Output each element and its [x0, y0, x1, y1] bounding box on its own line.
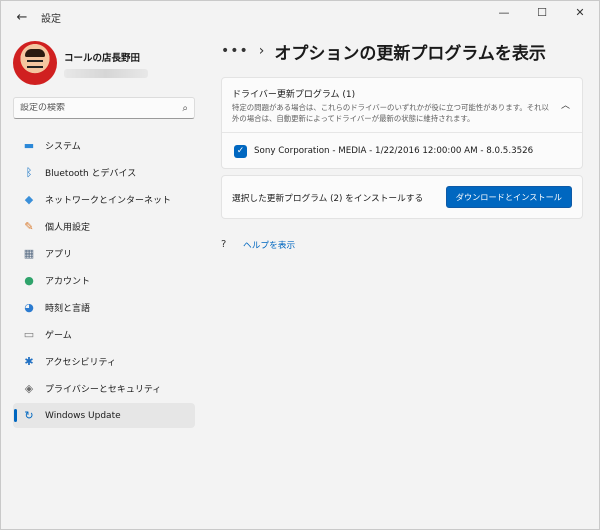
- sidebar-item-monitor[interactable]: ▬ システム: [13, 133, 195, 158]
- search-box[interactable]: ⌕: [13, 97, 195, 119]
- sidebar-item-label: 時刻と言語: [45, 304, 91, 314]
- sidebar-item-label: プライバシーとセキュリティ: [45, 385, 162, 395]
- maximize-button[interactable]: ☐: [523, 1, 561, 23]
- close-button[interactable]: ✕: [561, 1, 599, 23]
- breadcrumb-more-button[interactable]: •••: [221, 43, 249, 59]
- brush-icon: ✎: [24, 220, 34, 233]
- avatar: [13, 41, 57, 85]
- sidebar-item-brush[interactable]: ✎ 個人用設定: [13, 214, 195, 239]
- sidebar-item-label: システム: [45, 142, 81, 152]
- gamepad-icon: ▭: [23, 328, 35, 341]
- close-icon: ✕: [575, 5, 585, 19]
- help-link[interactable]: ヘルプを表示: [243, 238, 295, 251]
- sidebar-item-apps[interactable]: ▦ アプリ: [13, 241, 195, 266]
- driver-updates-header[interactable]: ドライバー更新プログラム (1) 特定の問題がある場合は、これらのドライバーのい…: [222, 78, 582, 132]
- back-arrow-icon: ←: [16, 9, 28, 25]
- user-profile[interactable]: コールの店長野田: [13, 41, 148, 85]
- sidebar: コールの店長野田 ⌕ ▬ システム ᛒ Bluetooth とデバイス ◆ ネットワークと…: [1, 33, 206, 529]
- driver-updates-title: ドライバー更新プログラム (1): [232, 90, 356, 100]
- settings-window: ← 設定 — ☐ ✕ コールの店長野田 ⌕ ▬システムᛒBlu: [0, 0, 600, 530]
- help-icon: ?: [221, 239, 227, 250]
- maximize-icon: ☐: [537, 5, 547, 19]
- account-icon: ●: [24, 274, 34, 287]
- driver-update-checkbox[interactable]: ✓: [234, 144, 247, 158]
- sidebar-item-label: ゲーム: [45, 331, 72, 341]
- search-icon[interactable]: ⌕: [182, 103, 188, 114]
- sidebar-item-wifi[interactable]: ◆ ネットワークとインターネット: [13, 187, 195, 212]
- sidebar-item-label: Windows Update: [45, 410, 121, 421]
- update-icon: ↻: [24, 409, 34, 422]
- profile-name: コールの店長野田: [64, 53, 141, 64]
- help-section: ? ヘルプを表示: [221, 238, 295, 251]
- window-controls: — ☐ ✕: [485, 1, 599, 23]
- search-input[interactable]: [20, 103, 183, 113]
- back-button[interactable]: ←: [7, 3, 37, 31]
- bluetooth-icon: ᛒ: [25, 166, 33, 179]
- sidebar-item-label: 個人用設定: [45, 223, 91, 233]
- accessibility-icon: ✱: [24, 355, 34, 368]
- sidebar-item-globe-clock[interactable]: ◕ 時刻と言語: [13, 295, 195, 320]
- sidebar-item-account[interactable]: ● アカウント: [13, 268, 195, 293]
- sidebar-item-label: アプリ: [45, 250, 73, 260]
- profile-text: コールの店長野田: [64, 50, 148, 78]
- globe-clock-icon: ◕: [24, 301, 34, 314]
- page-title: オプションの更新プログラムを表示: [274, 43, 546, 64]
- driver-updates-description: 特定の問題がある場合は、これらのドライバーのいずれかが役に立つ可能性があります。…: [232, 103, 549, 123]
- sidebar-item-shield[interactable]: ◈ プライバシーとセキュリティ: [13, 376, 195, 401]
- sidebar-item-label: アカウント: [45, 277, 91, 287]
- profile-email-redacted: [64, 69, 148, 78]
- download-install-button[interactable]: ダウンロードとインストール: [445, 186, 572, 208]
- sidebar-item-bluetooth[interactable]: ᛒ Bluetooth とデバイス: [13, 160, 195, 185]
- chevron-right-icon: ›: [258, 43, 265, 59]
- apps-icon: ▦: [23, 247, 35, 260]
- breadcrumb: ••• › オプションの更新プログラムを表示: [221, 33, 585, 69]
- minimize-icon: —: [498, 5, 510, 19]
- driver-update-label: Sony Corporation - MEDIA - 1/22/2016 12:…: [254, 146, 534, 156]
- minimize-button[interactable]: —: [485, 1, 523, 23]
- chevron-up-icon[interactable]: ︿: [561, 98, 570, 111]
- nav-list: ▬ システム ᛒ Bluetooth とデバイス ◆ ネットワークとインターネット ✎ 個人用…: [13, 133, 195, 430]
- title-bar: ← 設定 — ☐ ✕: [1, 1, 599, 33]
- wifi-icon: ◆: [24, 193, 34, 206]
- sidebar-item-label: Bluetooth とデバイス: [45, 169, 137, 179]
- install-text: 選択した更新プログラム (2) をインストールする: [232, 193, 424, 204]
- driver-updates-card: ドライバー更新プログラム (1) 特定の問題がある場合は、これらのドライバーのい…: [221, 77, 583, 169]
- install-card: 選択した更新プログラム (2) をインストールする ダウンロードとインストール: [221, 175, 583, 219]
- driver-update-item[interactable]: ✓ Sony Corporation - MEDIA - 1/22/2016 1…: [222, 133, 582, 169]
- monitor-icon: ▬: [23, 139, 35, 152]
- sidebar-item-accessibility[interactable]: ✱ アクセシビリティ: [13, 349, 195, 374]
- shield-icon: ◈: [24, 382, 34, 395]
- app-title: 設定: [41, 13, 61, 25]
- sidebar-item-label: ネットワークとインターネット: [45, 196, 172, 206]
- sidebar-item-update[interactable]: ↻ Windows Update: [13, 403, 195, 428]
- sidebar-item-gamepad[interactable]: ▭ ゲーム: [13, 322, 195, 347]
- checkmark-icon: ✓: [236, 146, 245, 156]
- sidebar-item-label: アクセシビリティ: [45, 358, 117, 368]
- main-content: ••• › オプションの更新プログラムを表示 ドライバー更新プログラム (1) …: [221, 33, 585, 251]
